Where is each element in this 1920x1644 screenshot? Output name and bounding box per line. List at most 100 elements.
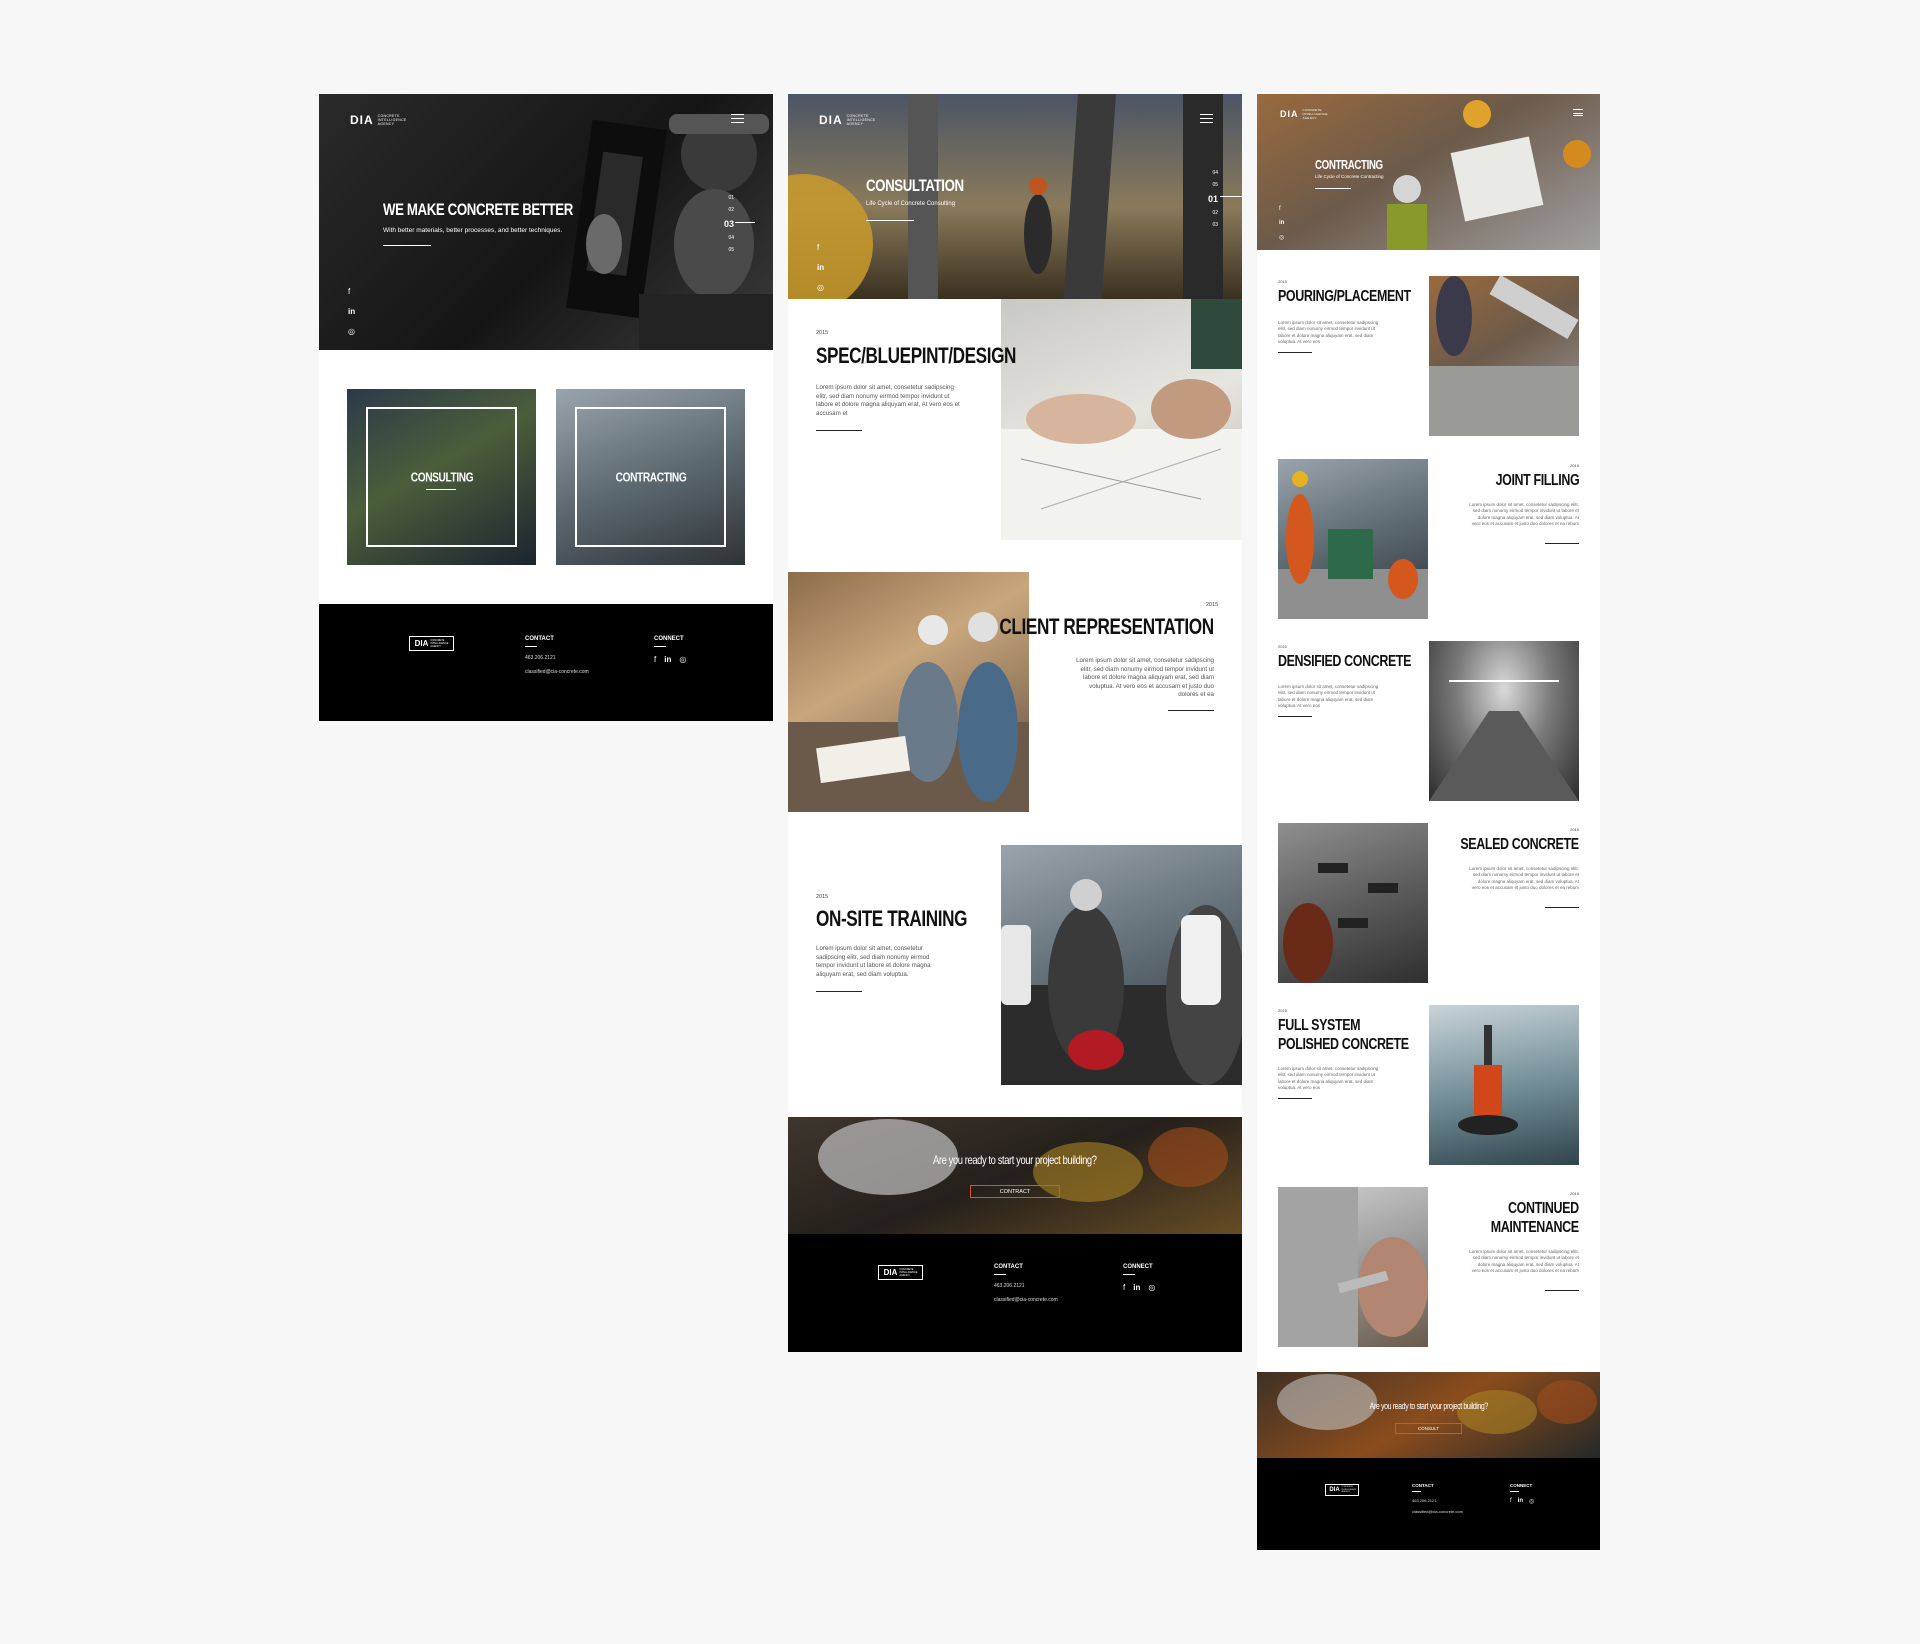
cta-image <box>788 1117 1242 1234</box>
section-year: 2015 <box>1278 644 1287 649</box>
connect-heading: CONNECT <box>1510 1483 1533 1488</box>
facebook-icon[interactable]: f <box>1279 206 1284 212</box>
instagram-icon[interactable]: ◎ <box>348 327 355 336</box>
consultation-title: CONSULTATION <box>866 176 964 195</box>
hero-subtitle: With better materials, better processes,… <box>383 227 563 234</box>
cta-text-wrap: Are you ready to start your project buil… <box>1257 1396 1600 1414</box>
densified-image <box>1429 641 1579 801</box>
footer-logo-mark: DIA <box>414 639 429 648</box>
footer-logo[interactable]: DIA Concrete Intelligence Agency <box>409 636 454 651</box>
engineers-illustration <box>788 612 1029 812</box>
consulting-card[interactable]: CONSULTING <box>347 389 536 565</box>
instagram-icon[interactable]: ◎ <box>1529 1498 1534 1505</box>
section-title-maintenance-line2: MAINTENANCE <box>1491 1219 1579 1236</box>
pager-item[interactable]: 04 <box>724 235 734 241</box>
contact-divider <box>994 1274 1006 1275</box>
facebook-icon[interactable]: f <box>1123 1283 1125 1292</box>
pouring-illustration <box>1429 276 1579 436</box>
pager-item-active[interactable]: 03 <box>724 219 734 229</box>
section-year: 2015 <box>1570 1191 1579 1196</box>
connect-divider <box>1510 1491 1519 1492</box>
menu-icon[interactable] <box>1573 109 1583 116</box>
client-representation-image <box>788 572 1029 812</box>
slide-pager[interactable]: 01 02 03 04 05 <box>724 195 734 253</box>
cta-image <box>1257 1372 1600 1458</box>
facebook-icon[interactable]: f <box>654 655 656 664</box>
section-title-sealed: SEALED CONCRETE <box>1460 836 1580 853</box>
brand-logo[interactable]: DIA Concrete Intelligence Agency <box>350 113 406 127</box>
contact-email[interactable]: classified@cia-concrete.com <box>525 669 589 675</box>
sealing-illustration <box>1283 863 1398 983</box>
contact-phone[interactable]: 463.206.2121 <box>525 655 589 661</box>
pager-item[interactable]: 01 <box>724 195 734 201</box>
sealed-image <box>1278 823 1428 983</box>
slide-pager[interactable]: 04 05 01 02 03 <box>1208 170 1218 228</box>
contracting-title-wrap: CONTRACTING <box>1315 156 1402 174</box>
linkedin-icon[interactable]: in <box>1518 1498 1523 1505</box>
consultation-title-wrap: CONSULTATION <box>866 176 991 196</box>
section-title-wrap: ON-SITE TRAINING <box>816 906 1010 932</box>
contact-phone[interactable]: 463.206.2121 <box>1412 1498 1463 1503</box>
brand-logo[interactable]: DIA Concrete Intelligence Agency <box>819 113 875 127</box>
footer-logo[interactable]: DIA Concrete Intelligence Agency <box>878 1265 923 1280</box>
section-title-maintenance-line1: CONTINUED <box>1508 1200 1579 1217</box>
instagram-icon[interactable]: ◎ <box>817 283 824 292</box>
linkedin-icon[interactable]: in <box>1279 220 1284 226</box>
brand-logo[interactable]: DIA Concrete Intelligence Agency <box>1280 108 1328 120</box>
linkedin-icon[interactable]: in <box>1133 1283 1140 1292</box>
contact-email[interactable]: classified@cia-concrete.com <box>1412 1509 1463 1514</box>
cta-footer: Are you ready to start your project buil… <box>1257 1372 1600 1550</box>
section-title-wrap: CLIENT REPRESENTATION <box>939 614 1215 640</box>
menu-icon[interactable] <box>731 114 744 123</box>
connect-divider <box>1123 1274 1135 1275</box>
section-divider <box>1278 1098 1312 1099</box>
pager-item-active[interactable]: 01 <box>1208 194 1218 204</box>
contracting-card[interactable]: CONTRACTING <box>556 389 745 565</box>
home-page-board: DIA Concrete Intelligence Agency WE MAKE… <box>319 94 773 721</box>
section-divider <box>1168 710 1214 711</box>
instagram-icon[interactable]: ◎ <box>1148 1283 1155 1292</box>
hero-title-wrap: WE MAKE CONCRETE BETTER <box>383 200 627 220</box>
section-year: 2015 <box>816 330 829 336</box>
pager-item[interactable]: 05 <box>1208 182 1218 188</box>
section-divider <box>816 991 862 992</box>
logo-tagline: Concrete Intelligence Agency <box>377 114 407 126</box>
pager-item[interactable]: 03 <box>1208 222 1218 228</box>
facebook-icon[interactable]: f <box>817 243 824 252</box>
section-divider <box>1545 1290 1579 1291</box>
section-title-wrap: JOINT FILLING <box>1472 471 1579 490</box>
footer-logo-mark: DIA <box>883 1268 898 1277</box>
pager-item[interactable]: 02 <box>1208 210 1218 216</box>
pager-item[interactable]: 02 <box>724 207 734 213</box>
pager-item[interactable]: 05 <box>724 247 734 253</box>
linkedin-icon[interactable]: in <box>817 263 824 272</box>
contract-button[interactable]: CONTRACT <box>970 1185 1060 1198</box>
instagram-icon[interactable]: ◎ <box>1279 234 1284 241</box>
pager-item[interactable]: 04 <box>1208 170 1218 176</box>
instagram-icon[interactable]: ◎ <box>679 655 686 664</box>
pouring-image <box>1429 276 1579 436</box>
contact-email[interactable]: classified@cia-concrete.com <box>994 1297 1058 1303</box>
section-title-wrap: SPEC/BLUEPINT/DESIGN <box>816 343 1072 369</box>
section-divider <box>1545 907 1579 908</box>
helmets-illustration <box>818 1119 1228 1202</box>
consult-button[interactable]: CONSULT <box>1395 1423 1462 1434</box>
linkedin-icon[interactable]: in <box>348 307 355 316</box>
contact-phone[interactable]: 463.206.2121 <box>994 1283 1058 1289</box>
facebook-icon[interactable]: f <box>1510 1498 1512 1505</box>
hands-drawing-illustration <box>1001 299 1242 540</box>
logo-mark: DIA <box>1280 109 1299 119</box>
training-image <box>1001 845 1242 1085</box>
logo-tagline: Concrete Intelligence Agency <box>1302 108 1328 120</box>
linkedin-icon[interactable]: in <box>664 655 671 664</box>
footer-contact: CONTACT 463.206.2121 classified@cia-conc… <box>994 1264 1058 1303</box>
menu-icon[interactable] <box>1200 114 1213 123</box>
section-year: 2015 <box>1206 602 1219 608</box>
facebook-icon[interactable]: f <box>348 287 355 296</box>
footer-logo[interactable]: DIA Concrete Intelligence Agency <box>1325 1484 1359 1496</box>
footer-social: f in ◎ <box>654 655 686 664</box>
footer-logo-mark: DIA <box>1329 1487 1340 1493</box>
logo-tagline: Concrete Intelligence Agency <box>846 114 876 126</box>
blueprint-image <box>1001 299 1242 540</box>
section-body: Lorem ipsum dolor sit amet, consetetur s… <box>1278 684 1379 708</box>
